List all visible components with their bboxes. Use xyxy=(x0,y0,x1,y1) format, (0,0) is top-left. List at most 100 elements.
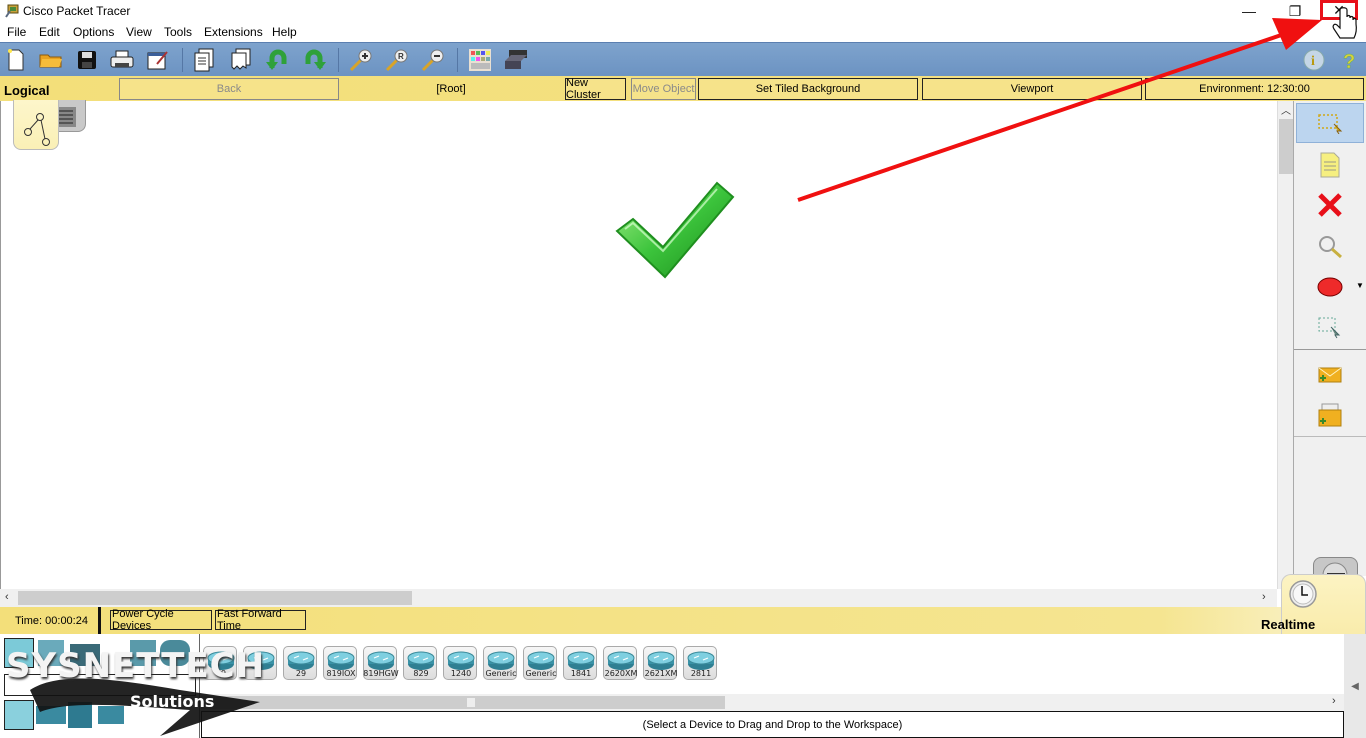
restore-button[interactable]: ❐ xyxy=(1272,0,1318,22)
workspace-horizontal-scrollbar[interactable]: ‹ › xyxy=(0,589,1277,607)
workspace-vertical-scrollbar[interactable]: ︿ xyxy=(1277,101,1293,589)
collapse-panel-button[interactable]: ◀ xyxy=(1344,634,1366,738)
custom-device-button[interactable] xyxy=(502,47,530,73)
vertical-scroll-thumb[interactable] xyxy=(1279,119,1293,174)
move-object-button[interactable]: Move Object xyxy=(631,78,696,100)
save-button[interactable] xyxy=(73,47,101,73)
device-item[interactable]: 2621XM xyxy=(643,646,677,680)
environment-button[interactable]: Environment: 12:30:00 xyxy=(1145,78,1364,100)
device-item[interactable]: 819IOX xyxy=(323,646,357,680)
undo-button[interactable] xyxy=(264,47,292,73)
device-item[interactable] xyxy=(243,646,277,680)
add-simple-pdu-button[interactable] xyxy=(1296,355,1364,395)
components-category[interactable] xyxy=(70,644,100,666)
device-item[interactable]: 1841 xyxy=(563,646,597,680)
menu-bar: File Edit Options View Tools Extensions … xyxy=(0,22,1366,42)
router-icon xyxy=(247,651,275,670)
select-tool-button[interactable] xyxy=(1296,103,1364,143)
device-list-scroll-track[interactable] xyxy=(201,696,725,709)
print-icon xyxy=(110,50,134,68)
scroll-up-icon[interactable]: ︿ xyxy=(1281,102,1291,117)
print-button[interactable] xyxy=(108,47,136,73)
hubs-subcategory[interactable] xyxy=(68,702,92,728)
connections-category[interactable] xyxy=(130,640,156,666)
menu-view[interactable]: View xyxy=(126,25,152,39)
zoom-in-icon xyxy=(349,49,372,72)
menu-edit[interactable]: Edit xyxy=(39,25,60,39)
device-item[interactable]: Generic xyxy=(483,646,517,680)
device-item[interactable]: 1240 xyxy=(443,646,477,680)
clock-icon xyxy=(1289,580,1317,608)
new-file-icon xyxy=(8,49,24,71)
delete-button[interactable] xyxy=(1296,185,1364,225)
info-button[interactable]: i xyxy=(1300,47,1328,73)
copy-icon xyxy=(194,48,214,72)
menu-file[interactable]: File xyxy=(7,25,26,39)
title-bar: Cisco Packet Tracer — ❐ ✕ xyxy=(0,0,1366,22)
draw-ellipse-button[interactable]: ▼ xyxy=(1296,267,1364,307)
fast-forward-time-button[interactable]: Fast Forward Time xyxy=(215,608,306,632)
resize-shape-button[interactable] xyxy=(1296,307,1364,347)
workspace-navigation-bar: Logical Back [Root] New Cluster Move Obj… xyxy=(0,76,1366,101)
place-note-button[interactable] xyxy=(1296,145,1364,185)
scroll-right-icon[interactable]: › xyxy=(1262,591,1266,603)
inspect-button[interactable] xyxy=(1296,227,1364,267)
device-item[interactable]: Generic xyxy=(523,646,557,680)
routers-subcategory[interactable] xyxy=(4,700,34,730)
palette-button[interactable] xyxy=(466,47,494,73)
device-label: 1240 xyxy=(450,669,472,678)
undo-icon xyxy=(266,49,287,70)
zoom-in-button[interactable] xyxy=(347,47,375,73)
collapse-left-icon: ◀ xyxy=(1351,680,1359,692)
back-button[interactable]: Back xyxy=(119,78,339,100)
zoom-reset-button[interactable]: R xyxy=(383,47,411,73)
info-icon: i xyxy=(1303,49,1325,71)
device-item[interactable]: 29 xyxy=(283,646,317,680)
device-item[interactable]: 19 xyxy=(203,646,237,680)
network-devices-category[interactable] xyxy=(4,638,34,668)
copy-button[interactable] xyxy=(190,47,218,73)
switches-subcategory[interactable] xyxy=(36,706,66,724)
horizontal-scroll-thumb[interactable] xyxy=(18,591,412,605)
dropdown-arrow-icon[interactable]: ▼ xyxy=(1356,281,1364,290)
menu-tools[interactable]: Tools xyxy=(164,25,192,39)
svg-text:i: i xyxy=(1311,54,1315,69)
scroll-left-icon[interactable]: ‹ xyxy=(5,591,9,603)
palette-icon xyxy=(469,49,491,71)
device-item[interactable]: 2811 xyxy=(683,646,717,680)
workspace-mode-label: Logical xyxy=(4,83,50,98)
note-icon xyxy=(1320,152,1340,178)
redo-icon xyxy=(305,49,326,70)
logical-view-tab[interactable] xyxy=(13,100,59,150)
open-button[interactable] xyxy=(37,47,65,73)
activity-wizard-button[interactable] xyxy=(144,47,172,73)
miscellaneous-category[interactable] xyxy=(160,640,190,666)
delete-icon xyxy=(1318,193,1342,217)
zoom-out-button[interactable] xyxy=(419,47,447,73)
menu-help[interactable]: Help xyxy=(272,25,297,39)
minimize-button[interactable]: — xyxy=(1226,0,1272,22)
menu-extensions[interactable]: Extensions xyxy=(204,25,263,39)
viewport-button[interactable]: Viewport xyxy=(922,78,1142,100)
menu-options[interactable]: Options xyxy=(73,25,114,39)
logical-workspace[interactable] xyxy=(0,101,1277,589)
close-button[interactable]: ✕ xyxy=(1320,0,1358,20)
scroll-right-icon[interactable]: › xyxy=(1332,695,1336,707)
wireless-subcategory[interactable] xyxy=(98,706,124,724)
device-list-scrollbar[interactable]: › xyxy=(201,694,1344,711)
ellipse-icon xyxy=(1317,277,1343,297)
device-label: Generic xyxy=(485,669,517,678)
redo-button[interactable] xyxy=(300,47,328,73)
help-button[interactable]: ? xyxy=(1336,47,1364,73)
new-file-button[interactable] xyxy=(2,47,30,73)
device-item[interactable]: 829 xyxy=(403,646,437,680)
palette-divider xyxy=(1294,436,1366,437)
end-devices-category[interactable] xyxy=(38,640,64,666)
device-item[interactable]: 2620XM xyxy=(603,646,637,680)
new-cluster-button[interactable]: New Cluster xyxy=(565,77,626,101)
set-tiled-background-button[interactable]: Set Tiled Background xyxy=(698,78,918,100)
paste-button[interactable] xyxy=(227,47,255,73)
device-item[interactable]: 819HGW xyxy=(363,646,399,680)
add-complex-pdu-button[interactable] xyxy=(1296,395,1364,435)
power-cycle-devices-button[interactable]: Power Cycle Devices xyxy=(110,608,212,632)
